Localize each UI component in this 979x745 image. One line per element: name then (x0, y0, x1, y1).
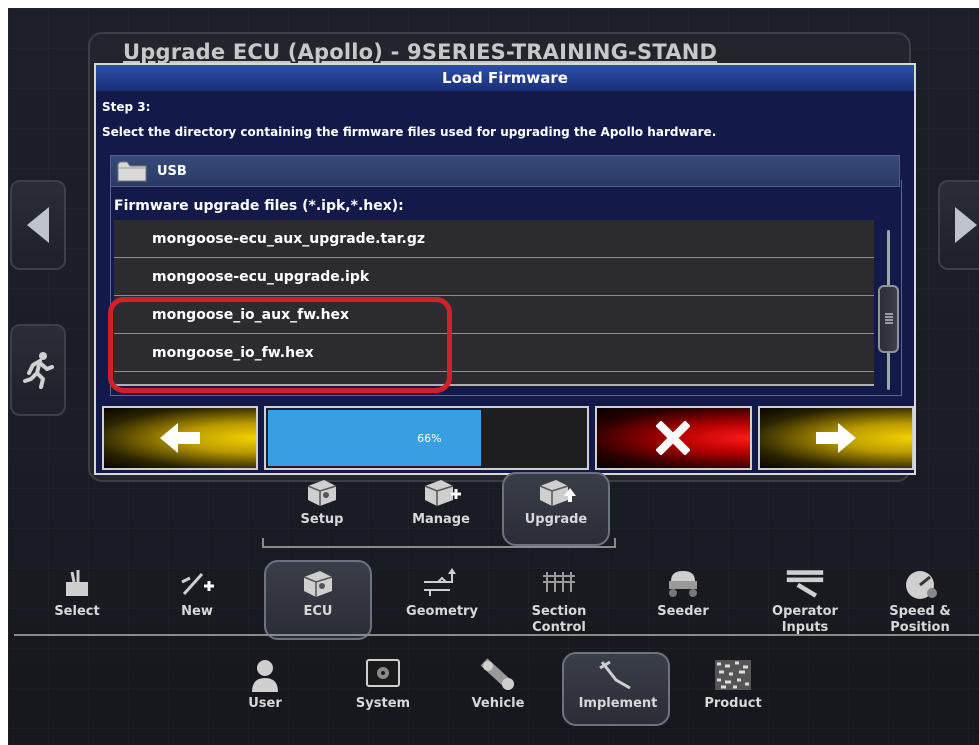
file-name: mongoose-ecu_aux_upgrade.tar.gz (152, 230, 426, 247)
product-icon (713, 658, 753, 692)
folder-icon (117, 161, 147, 182)
tab-geometry[interactable]: Geometry (402, 566, 482, 620)
previous-page-button[interactable] (10, 180, 66, 270)
background-dialog-title: Upgrade ECU (Apollo) - 9SERIES-TRAINING-… (123, 40, 718, 64)
tab-label: Upgrade (524, 512, 588, 527)
tab-speed-position[interactable]: Speed & Position (880, 566, 960, 636)
tab-implement[interactable]: Implement (578, 658, 658, 712)
tier1-connector (262, 546, 616, 548)
seeder-icon (663, 566, 703, 600)
ecu-icon (298, 566, 338, 600)
user-icon (245, 658, 285, 692)
progress-label: 66% (417, 431, 442, 445)
next-button[interactable] (757, 406, 914, 470)
tab-new[interactable]: New (162, 566, 232, 620)
tab-section-control[interactable]: Section Control (524, 566, 594, 636)
tab-seeder[interactable]: Seeder (648, 566, 718, 620)
tab-upgrade[interactable]: Upgrade (521, 474, 591, 528)
tab-label: System (355, 696, 411, 711)
file-list-item[interactable]: mongoose-ecu_aux_upgrade.tar.gz (114, 220, 874, 258)
file-list-item[interactable]: mongoose-ecu_upgrade.ipk (114, 258, 874, 296)
new-implement-icon (177, 566, 217, 600)
device-screen: Upgrade ECU (Apollo) - 9SERIES-TRAINING-… (8, 8, 979, 745)
file-name: mongoose-ecu_upgrade.ipk (152, 268, 370, 285)
tab-manage[interactable]: Manage (406, 474, 476, 528)
tab-label: Geometry (406, 604, 478, 619)
tab-system[interactable]: System (348, 658, 418, 712)
tab-vehicle[interactable]: Vehicle (463, 658, 533, 712)
files-label: Firmware upgrade files (*.ipk,*.hex): (114, 198, 404, 214)
tab-label: Vehicle (471, 696, 525, 711)
tab-ecu[interactable]: ECU (283, 566, 353, 620)
tab-label: User (248, 696, 282, 711)
operator-inputs-icon (785, 566, 825, 600)
geometry-icon (422, 566, 462, 600)
tab-label: Setup (300, 512, 344, 527)
tab-label: Select (54, 604, 100, 619)
section-control-icon (539, 566, 579, 600)
next-page-button[interactable] (938, 180, 979, 270)
system-icon (363, 658, 403, 692)
back-button[interactable] (102, 406, 259, 470)
close-icon (656, 421, 691, 455)
step-instruction: Select the directory containing the firm… (102, 125, 717, 139)
tab-label: New (181, 604, 213, 619)
arrow-right-icon (815, 423, 856, 453)
tab-product[interactable]: Product (698, 658, 768, 712)
tab-label: Product (704, 696, 762, 711)
tab-label: Manage (412, 512, 470, 527)
hand-select-icon (57, 566, 97, 600)
step-label: Step 3: (102, 100, 151, 114)
tab-label: Operator Inputs (772, 604, 838, 635)
tab-operator-inputs[interactable]: Operator Inputs (760, 566, 850, 636)
ecu-upgrade-icon (536, 474, 576, 508)
cancel-button[interactable] (595, 406, 752, 470)
implement-icon (598, 658, 638, 692)
tab-setup[interactable]: Setup (292, 474, 352, 528)
tab-select[interactable]: Select (42, 566, 112, 620)
tier1-connector-left (262, 538, 264, 548)
arrow-left-icon (160, 423, 201, 453)
tier1-connector-right (614, 538, 616, 548)
running-person-icon (23, 352, 54, 389)
tab-label: ECU (303, 604, 333, 619)
tab-user[interactable]: User (230, 658, 300, 712)
exit-button[interactable] (10, 324, 66, 416)
file-list-scrollbar[interactable] (878, 230, 900, 390)
tractor-icon (478, 658, 518, 692)
load-firmware-dialog: Load Firmware Step 3: Select the directo… (94, 63, 916, 475)
tab-label: Implement (578, 696, 658, 711)
scroll-thumb[interactable] (878, 285, 899, 353)
grip-icon (884, 313, 893, 324)
tab-label: Speed & Position (889, 604, 951, 635)
upgrade-progress-bar: 66% (264, 406, 590, 470)
highlight-annotation (108, 297, 452, 393)
tab-label: Section Control (531, 604, 587, 635)
tab-label: Seeder (657, 604, 709, 619)
ecu-setup-icon (302, 474, 342, 508)
speedometer-icon (900, 566, 940, 600)
ecu-manage-icon (421, 474, 461, 508)
directory-name: USB (157, 163, 187, 179)
arrow-left-icon (27, 207, 49, 243)
action-bar: 66% (102, 406, 914, 472)
arrow-right-icon (955, 207, 977, 243)
dialog-title: Load Firmware (96, 65, 914, 91)
